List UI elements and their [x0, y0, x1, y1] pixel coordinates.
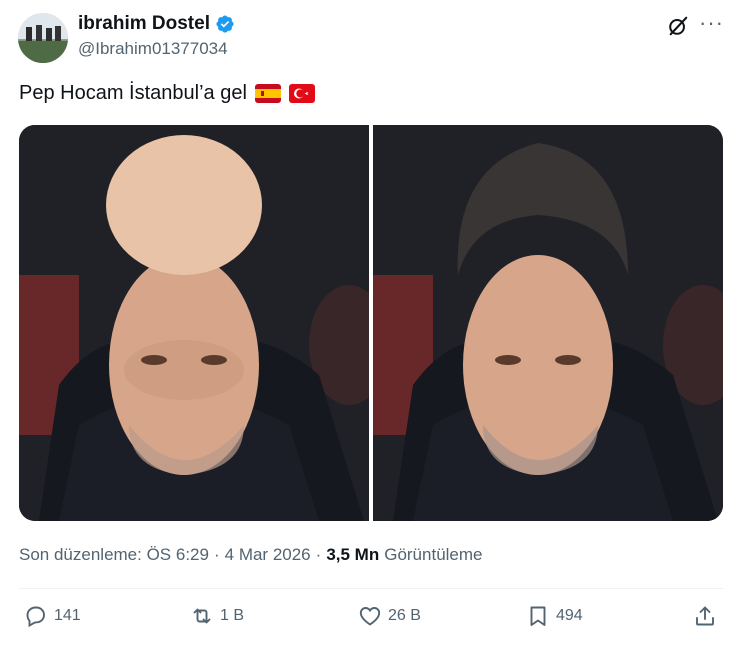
bookmark-icon [530, 606, 546, 626]
meta-separator: · [315, 545, 322, 564]
repost-icon [193, 608, 211, 624]
tweet-text: Pep Hocam İstanbul’a gel [19, 82, 315, 105]
photo-right[interactable] [373, 125, 723, 521]
bookmark-count: 494 [556, 607, 583, 624]
repost-count: 1 B [220, 607, 245, 624]
author-handle[interactable]: @Ibrahim01377034 [78, 39, 228, 59]
post-date[interactable]: 4 Mar 2026 [225, 545, 311, 565]
more-options-icon[interactable]: ··· [699, 12, 724, 34]
spain-flag-icon [254, 84, 281, 103]
author-name-row[interactable]: ibrahim Dostel [78, 13, 235, 35]
action-bar: 141 1 B 26 B 494 [0, 604, 750, 638]
like-button[interactable]: 26 B [358, 604, 421, 628]
edited-timestamp[interactable]: Son düzenleme: ÖS 6:29 [19, 545, 209, 565]
reply-icon [26, 606, 45, 628]
bookmark-button[interactable]: 494 [526, 604, 583, 628]
heart-icon [359, 607, 381, 626]
reply-count: 141 [54, 607, 81, 624]
turkey-flag-icon [288, 84, 315, 103]
views-count: 3,5 Mn [326, 545, 380, 564]
photo-left[interactable] [19, 125, 369, 521]
share-icon [696, 606, 714, 626]
avatar-image [18, 13, 68, 63]
avatar[interactable] [18, 13, 68, 63]
repost-button[interactable]: 1 B [190, 604, 244, 628]
reply-button[interactable]: 141 [24, 604, 81, 628]
views-label: Görüntüleme [384, 545, 483, 564]
meta-separator: · [213, 545, 220, 564]
like-count: 26 B [388, 607, 421, 624]
tweet-body: Pep Hocam İstanbul’a gel [19, 82, 247, 104]
bald-man-photo-icon [19, 125, 369, 521]
verified-badge-icon [216, 15, 234, 33]
media-grid[interactable] [19, 125, 723, 521]
slicked-hair-man-photo-icon [373, 125, 723, 521]
divider [19, 588, 723, 589]
author-display-name[interactable]: ibrahim Dostel [78, 13, 210, 35]
grok-icon[interactable] [667, 15, 689, 37]
post-meta: Son düzenleme: ÖS 6:29 · 4 Mar 2026 · 3,… [19, 545, 483, 565]
share-button[interactable] [693, 604, 717, 628]
